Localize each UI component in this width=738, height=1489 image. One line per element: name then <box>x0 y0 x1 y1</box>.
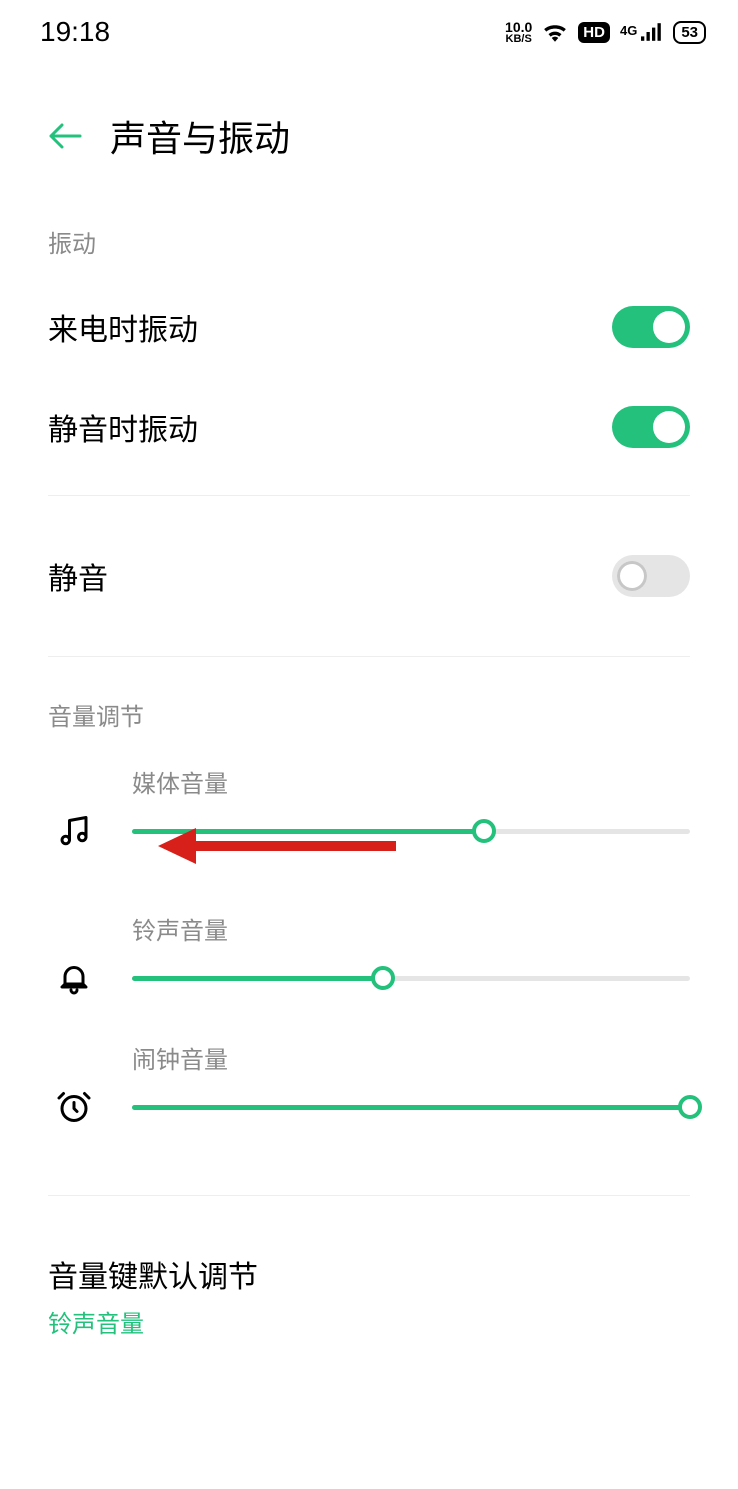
hd-badge: HD <box>578 22 610 43</box>
vibrate-on-silent-label: 静音时振动 <box>48 405 198 449</box>
ring-volume-slider[interactable] <box>132 976 690 981</box>
volume-key-default-label: 音量键默认调节 <box>48 1252 690 1296</box>
alarm-volume-label: 闹钟音量 <box>132 1040 690 1075</box>
page-header: 声音与振动 <box>0 60 738 202</box>
ring-volume-label: 铃声音量 <box>132 911 690 946</box>
volume-key-default-value: 铃声音量 <box>48 1304 690 1339</box>
alarm-volume-block: 闹钟音量 <box>48 1026 690 1155</box>
gesture-arrow-annotation <box>158 828 396 864</box>
silent-mode-toggle[interactable] <box>612 555 690 597</box>
section-volume-label: 音量调节 <box>48 675 690 750</box>
vibrate-on-ring-toggle[interactable] <box>612 306 690 348</box>
silent-mode-row[interactable]: 静音 <box>48 514 690 638</box>
status-time: 19:18 <box>40 16 110 48</box>
ring-volume-block: 铃声音量 <box>48 897 690 1026</box>
section-vibration-label: 振动 <box>48 202 690 277</box>
net-speed: 10.0 KB/S <box>505 20 532 45</box>
media-volume-block: 媒体音量 <box>48 750 690 879</box>
divider <box>48 495 690 496</box>
status-bar: 19:18 10.0 KB/S HD 4G 53 <box>0 0 738 60</box>
vibrate-on-silent-row[interactable]: 静音时振动 <box>48 377 690 477</box>
wifi-icon <box>542 22 568 42</box>
alarm-volume-slider[interactable] <box>132 1105 690 1110</box>
battery-indicator: 53 <box>673 21 706 44</box>
volume-key-default-row[interactable]: 音量键默认调节 铃声音量 <box>48 1214 690 1339</box>
divider <box>48 656 690 657</box>
vibrate-on-ring-row[interactable]: 来电时振动 <box>48 277 690 377</box>
page-title: 声音与振动 <box>110 110 290 162</box>
alarm-clock-icon <box>48 1089 100 1125</box>
signal-icon: 4G <box>620 23 663 41</box>
silent-mode-label: 静音 <box>48 554 108 598</box>
bell-icon <box>48 960 100 996</box>
vibrate-on-ring-label: 来电时振动 <box>48 305 198 349</box>
divider <box>48 1195 690 1196</box>
media-volume-label: 媒体音量 <box>132 764 690 799</box>
back-arrow-icon[interactable] <box>48 123 82 149</box>
music-icon <box>48 813 100 849</box>
vibrate-on-silent-toggle[interactable] <box>612 406 690 448</box>
status-right: 10.0 KB/S HD 4G 53 <box>505 20 706 45</box>
